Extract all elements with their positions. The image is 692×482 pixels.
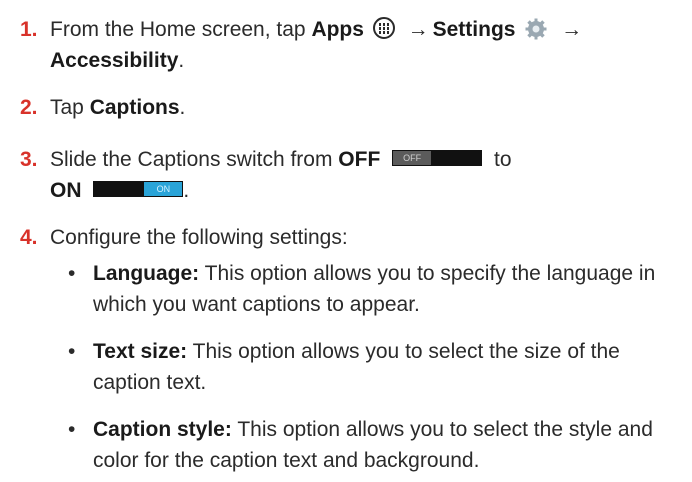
step-3: 3. Slide the Captions switch from OFF OF… xyxy=(20,144,670,206)
list-item: • Language: This option allows you to sp… xyxy=(68,258,678,320)
step-text: Configure the following settings: xyxy=(50,226,348,249)
switch-off-knob: OFF xyxy=(393,151,432,165)
step-number: 4. xyxy=(20,226,38,249)
gear-icon xyxy=(525,18,547,40)
instructions-page: 1. From the Home screen, tap Apps → Setti… xyxy=(0,0,692,482)
list-item: • Caption style: This option allows you … xyxy=(68,414,678,476)
step-3-prefix: Slide the Captions switch from xyxy=(50,148,339,171)
step-text: From the Home screen, tap Apps → Settings… xyxy=(50,14,670,76)
switch-off-image: OFF xyxy=(392,150,483,166)
on-label: ON xyxy=(50,179,82,202)
apps-grid-icon xyxy=(372,17,395,39)
setting-term-text-size: Text size: xyxy=(93,340,188,363)
settings-label: Settings xyxy=(432,18,516,41)
step-number: 1. xyxy=(20,18,38,41)
bullet-dot: • xyxy=(68,418,76,441)
switch-on-image: ON xyxy=(93,181,184,197)
step-4: 4. Configure the following settings: xyxy=(20,222,670,253)
apps-label: Apps xyxy=(311,18,364,41)
step-2: 2. Tap Captions. xyxy=(20,92,670,123)
list-item: • Text size: This option allows you to s… xyxy=(68,336,678,398)
arrow-right-icon: → xyxy=(561,18,583,41)
bullet-dot: • xyxy=(68,340,76,363)
bullet-dot: • xyxy=(68,262,76,285)
arrow-right-icon: → xyxy=(407,18,429,41)
step-number: 3. xyxy=(20,148,38,171)
captions-label: Captions xyxy=(89,96,180,119)
accessibility-label: Accessibility xyxy=(50,49,179,72)
switch-on-knob: ON xyxy=(144,182,183,196)
step-2-prefix: Tap xyxy=(50,96,90,119)
step-1-period: . xyxy=(178,49,185,72)
setting-term-caption-style: Caption style: xyxy=(93,418,232,441)
step-text: Slide the Captions switch from OFF OFF t… xyxy=(50,144,670,206)
step-1-prefix: From the Home screen, tap xyxy=(50,18,312,41)
step-number: 2. xyxy=(20,96,38,119)
step-3-to: to xyxy=(493,148,512,171)
step-3-period: . xyxy=(183,179,190,202)
step-2-period: . xyxy=(179,96,186,119)
step-1: 1. From the Home screen, tap Apps → Setti… xyxy=(20,14,670,76)
setting-term-language: Language: xyxy=(93,262,200,285)
step-text: Tap Captions. xyxy=(50,92,670,123)
off-label: OFF xyxy=(338,148,381,171)
